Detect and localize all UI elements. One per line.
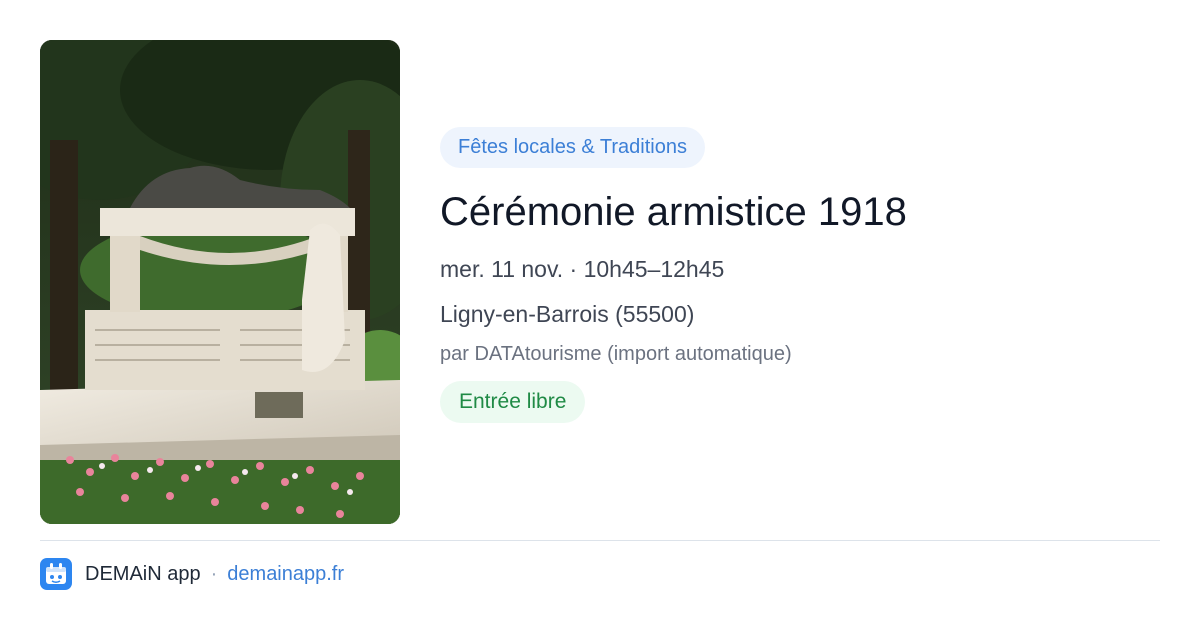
event-photo xyxy=(40,40,400,524)
demain-app-icon xyxy=(40,558,72,590)
event-location: Ligny-en-Barrois (55500) xyxy=(440,301,695,327)
event-details: Fêtes locales & Traditions Cérémonie arm… xyxy=(440,127,1160,423)
event-source: par DATAtourisme (import automatique) xyxy=(440,343,792,365)
app-website-link[interactable]: demainapp.fr xyxy=(227,563,344,586)
app-name: DEMAiN app xyxy=(85,562,201,585)
event-title: Cérémonie armistice 1918 xyxy=(440,190,907,234)
category-badge[interactable]: Fêtes locales & Traditions xyxy=(440,127,705,168)
footer: DEMAiN app · demainapp.fr xyxy=(40,558,344,590)
price-badge: Entrée libre xyxy=(440,381,586,423)
footer-divider xyxy=(40,540,1160,541)
event-date-time: mer. 11 nov. · 10h45–12h45 xyxy=(440,256,725,282)
footer-separator: · xyxy=(210,562,218,585)
